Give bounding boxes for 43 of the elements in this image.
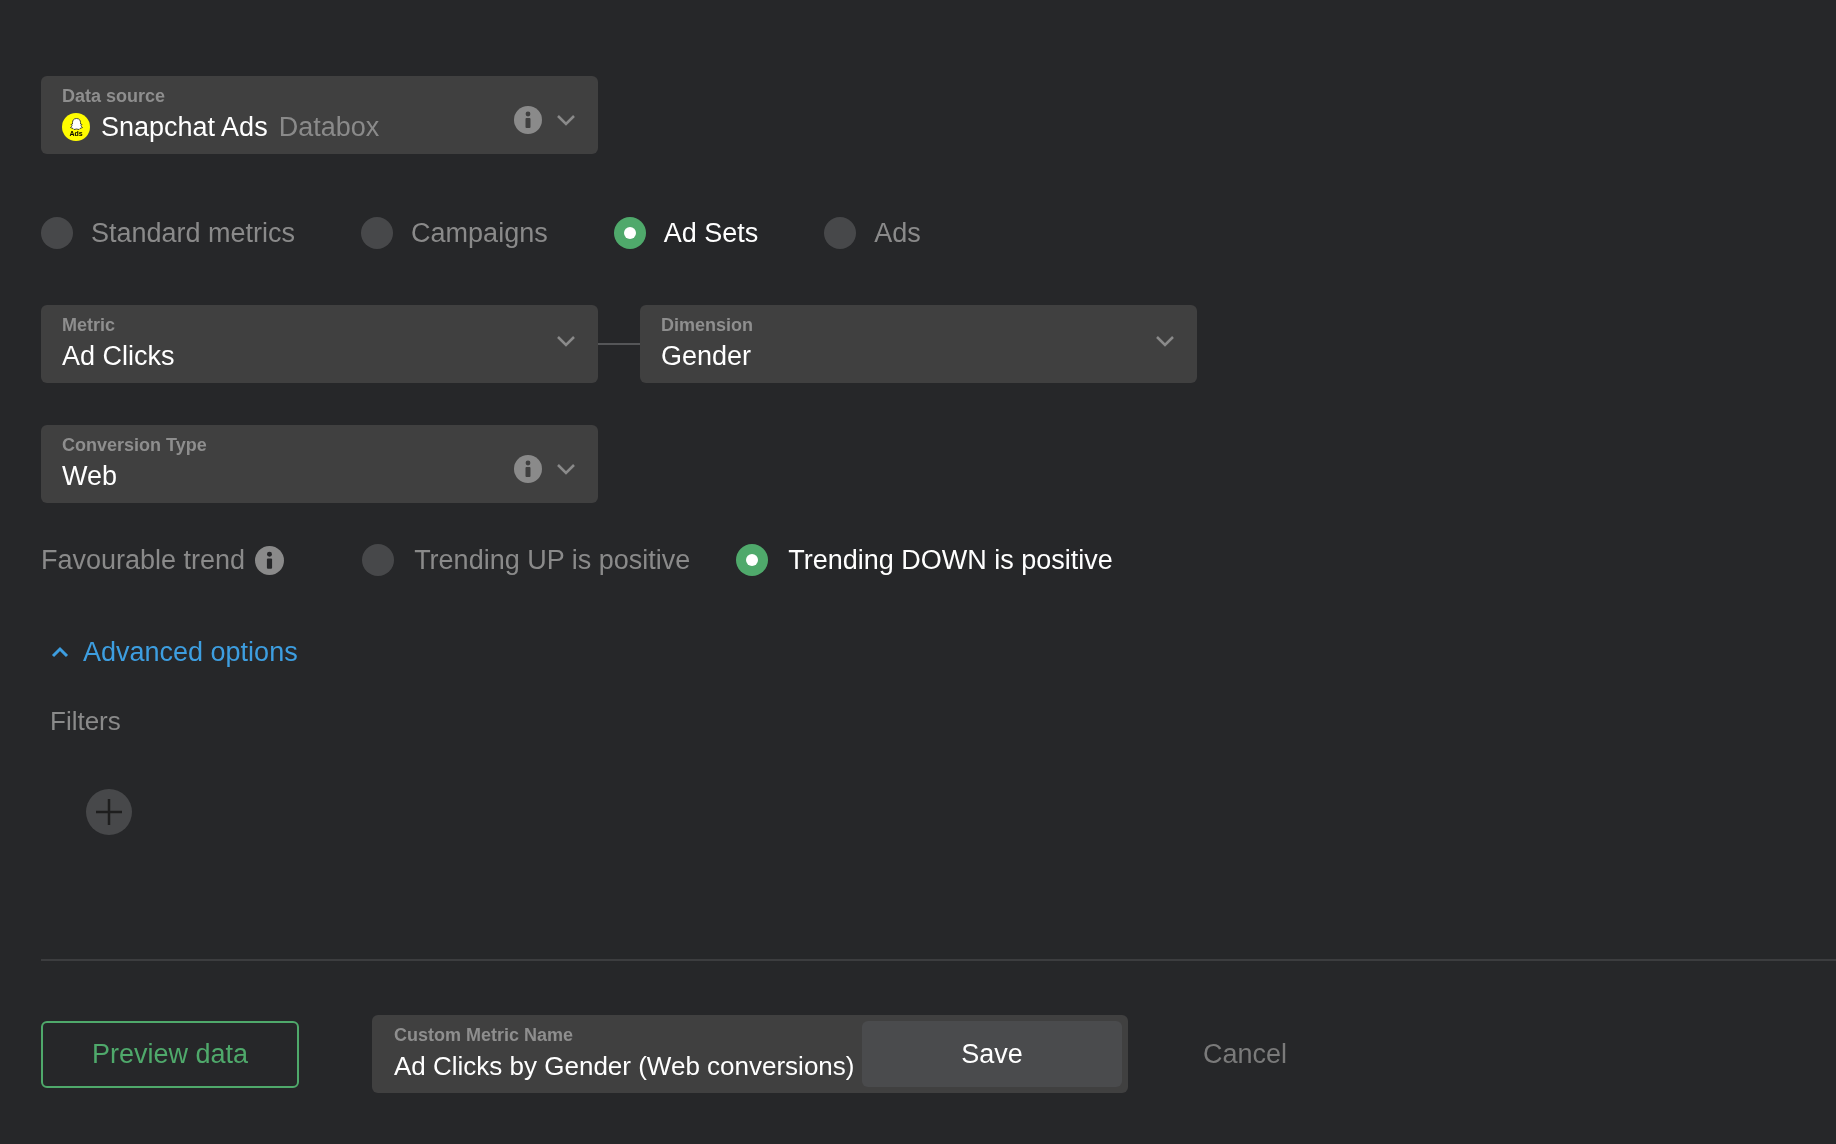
- field-value: Ad Clicks: [62, 340, 175, 373]
- plus-icon: [95, 797, 123, 826]
- advanced-options-toggle[interactable]: Advanced options: [51, 632, 298, 673]
- radio-button[interactable]: [613, 217, 646, 249]
- conversion-type-dropdown[interactable]: Conversion Type Web: [41, 425, 598, 503]
- chevron-down-icon: [1155, 335, 1175, 347]
- radio-label[interactable]: Ads: [874, 212, 921, 254]
- provider-name: Databox: [278, 111, 380, 144]
- info-icon[interactable]: [514, 455, 542, 483]
- info-icon[interactable]: [514, 106, 542, 134]
- field-label: Data source: [62, 85, 167, 107]
- info-icon[interactable]: [255, 545, 285, 575]
- field-label: Dimension: [661, 314, 754, 336]
- dimension-dropdown[interactable]: Dimension Gender: [640, 305, 1197, 383]
- radio-label[interactable]: Trending DOWN is positive: [788, 539, 1113, 581]
- radio-label[interactable]: Trending UP is positive: [414, 539, 691, 581]
- radio-label[interactable]: Ad Sets: [663, 212, 759, 254]
- field-value: Ad Clicks by Gender (Web conversions): [394, 1050, 856, 1083]
- preview-data-button[interactable]: Preview data: [41, 1020, 299, 1088]
- metric-dropdown[interactable]: Metric Ad Clicks: [41, 305, 598, 383]
- field-label: Custom Metric Name: [394, 1024, 575, 1046]
- chevron-up-icon: [51, 646, 69, 659]
- radio-button[interactable]: [41, 217, 73, 249]
- field-label: Metric: [62, 314, 116, 336]
- field-value: Gender: [661, 340, 752, 373]
- chevron-down-icon: [556, 114, 576, 126]
- ghost-icon: [69, 117, 83, 130]
- radio-button[interactable]: [824, 217, 857, 249]
- radio-button[interactable]: [362, 544, 395, 576]
- save-button[interactable]: Save: [862, 1021, 1122, 1087]
- chevron-down-icon: [556, 335, 576, 347]
- favourable-trend-label: Favourable trend: [41, 543, 246, 577]
- chevron-down-icon: [556, 463, 576, 475]
- add-filter-button[interactable]: [86, 788, 132, 835]
- field-value: Snapchat Ads: [101, 111, 268, 144]
- filters-label: Filters: [50, 704, 121, 738]
- radio-button[interactable]: [736, 544, 769, 576]
- radio-label[interactable]: Campaigns: [411, 212, 548, 254]
- field-value: Web: [62, 460, 118, 493]
- field-label: Conversion Type: [62, 434, 208, 456]
- radio-label[interactable]: Standard metrics: [91, 212, 296, 254]
- custom-metric-name-field[interactable]: Custom Metric Name Ad Clicks by Gender (Web conversions) Save: [372, 1015, 1128, 1093]
- radio-button[interactable]: [361, 217, 394, 249]
